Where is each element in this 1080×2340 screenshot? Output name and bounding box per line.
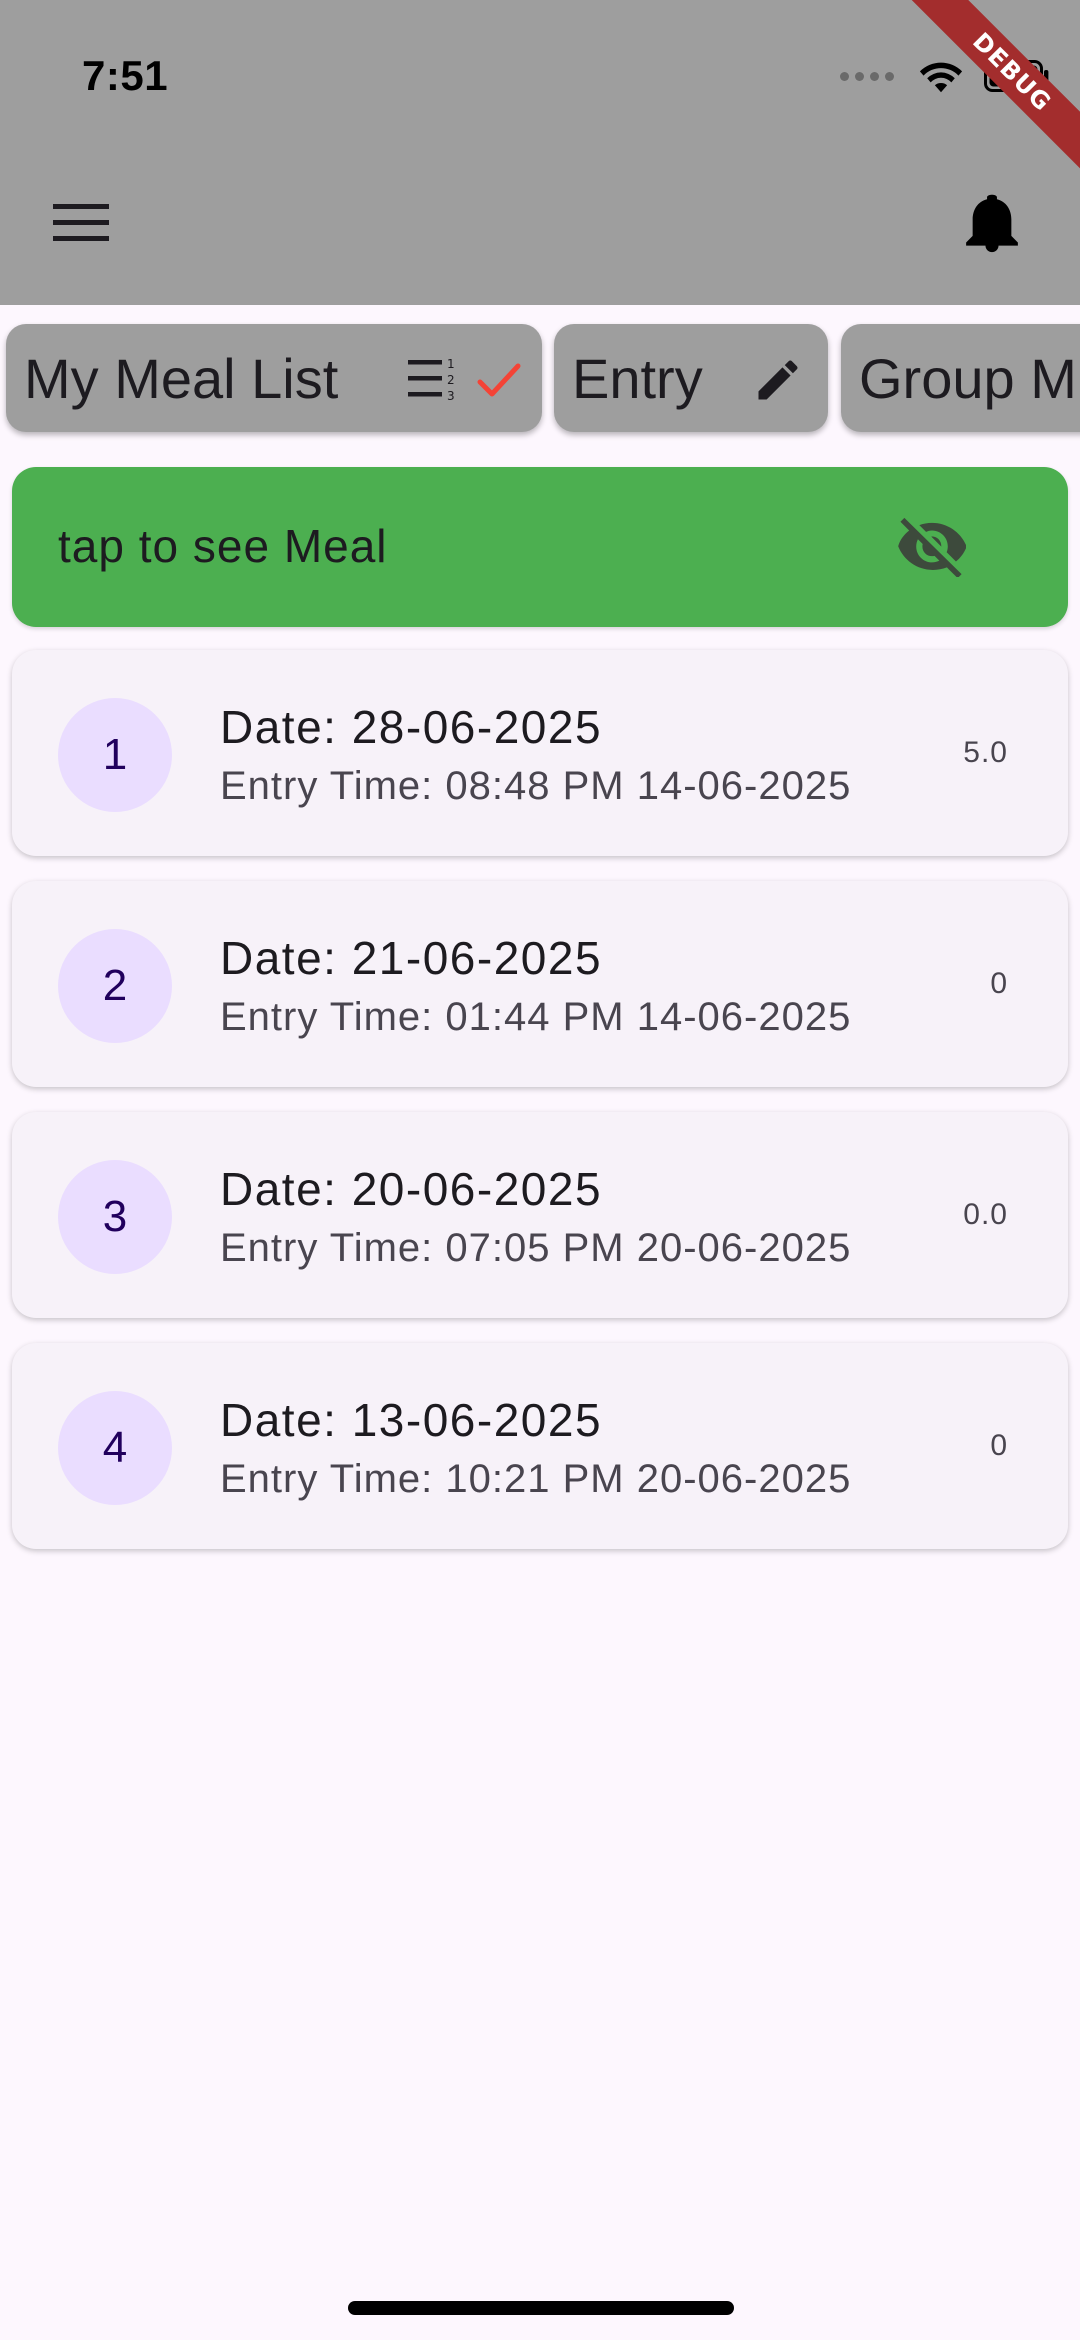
- tab-label: Group M: [859, 346, 1077, 410]
- menu-icon: [53, 204, 109, 241]
- meal-entry-time: Entry Time: 01:44 PM 14-06-2025: [220, 995, 852, 1039]
- bell-icon: [966, 194, 1018, 253]
- meal-date: Date: 21-06-2025: [220, 932, 603, 984]
- avatar: 2: [58, 929, 172, 1043]
- svg-text:2: 2: [447, 373, 455, 387]
- list-item[interactable]: 4 Date: 13-06-2025 Entry Time: 10:21 PM …: [12, 1343, 1068, 1549]
- meal-entry-time: Entry Time: 07:05 PM 20-06-2025: [220, 1226, 852, 1270]
- meal-count: 0.0: [963, 1198, 1008, 1231]
- meal-count: 0: [990, 967, 1008, 1000]
- meal-count: 0: [990, 1429, 1008, 1462]
- meal-date: Date: 20-06-2025: [220, 1163, 603, 1215]
- cellular-signal-icon: [840, 71, 894, 81]
- svg-text:3: 3: [447, 389, 455, 403]
- tab-my-meal-list[interactable]: My Meal List 1 2 3: [6, 324, 542, 432]
- wifi-icon: [919, 62, 963, 93]
- meal-date: Date: 28-06-2025: [220, 701, 603, 753]
- tab-bar: My Meal List 1 2 3 Entry Group M: [0, 322, 1080, 442]
- app-bar: 7:51 DEBUG: [0, 0, 1080, 305]
- meal-count: 5.0: [963, 736, 1008, 769]
- tap-to-see-meal-banner[interactable]: tap to see Meal: [12, 467, 1068, 627]
- meal-list: 1 Date: 28-06-2025 Entry Time: 08:48 PM …: [12, 650, 1068, 1574]
- list-item[interactable]: 3 Date: 20-06-2025 Entry Time: 07:05 PM …: [12, 1112, 1068, 1318]
- banner-text: tap to see Meal: [58, 520, 388, 572]
- tab-label: My Meal List: [24, 346, 339, 410]
- tab-entry[interactable]: Entry: [554, 324, 828, 432]
- tab-label: Entry: [572, 346, 703, 410]
- list-item[interactable]: 1 Date: 28-06-2025 Entry Time: 08:48 PM …: [12, 650, 1068, 856]
- home-indicator[interactable]: [348, 2301, 734, 2315]
- tab-group-meal[interactable]: Group M: [841, 324, 1080, 432]
- avatar: 3: [58, 1160, 172, 1274]
- meal-date: Date: 13-06-2025: [220, 1394, 603, 1446]
- svg-text:1: 1: [447, 357, 455, 371]
- list-item[interactable]: 2 Date: 21-06-2025 Entry Time: 01:44 PM …: [12, 881, 1068, 1087]
- edit-icon: [758, 360, 798, 400]
- avatar: 1: [58, 698, 172, 812]
- menu-button[interactable]: [50, 195, 112, 249]
- meal-entry-time: Entry Time: 08:48 PM 14-06-2025: [220, 764, 852, 808]
- visibility-off-icon[interactable]: [898, 515, 966, 577]
- notifications-button[interactable]: [960, 190, 1024, 258]
- meal-entry-time: Entry Time: 10:21 PM 20-06-2025: [220, 1457, 852, 1501]
- status-time: 7:51: [82, 52, 169, 99]
- avatar: 4: [58, 1391, 172, 1505]
- checklist-icon: 1 2 3: [408, 357, 521, 403]
